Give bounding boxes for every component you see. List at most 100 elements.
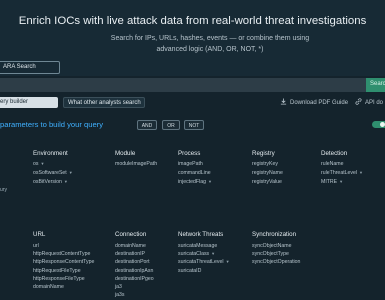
parameter-rulename[interactable]: ruleName [321,161,344,167]
parameter-registrykey[interactable]: registryKey [252,161,278,167]
parameter-ja3s[interactable]: ja3s [115,292,125,298]
parameter-destinationip[interactable]: destinationIP [115,251,145,257]
hero-title: Enrich IOCs with live attack data from r… [18,15,367,27]
parameter-httprequestcontenttype[interactable]: httpRequestContentType [33,251,90,257]
parameter-suricataclass[interactable]: suricataClass ▼ [178,251,215,257]
parameter-label: os [33,161,39,167]
parameter-label: MITRE [321,179,338,185]
parameter-label: registryKey [252,161,278,167]
query-mode-toggle[interactable] [372,121,385,128]
parameter-httprequestfiletype[interactable]: httpRequestFileType [33,268,81,274]
parameter-os[interactable]: os ▼ [33,161,44,167]
parameter-label: osSoftwareSet [33,170,67,176]
parameter-suricatathreatlevel[interactable]: suricataThreatLevel ▼ [178,259,230,265]
column-header-connection: Connection [115,231,147,238]
parameter-url[interactable]: url [33,243,39,249]
parameter-label: registryName [252,170,283,176]
chevron-down-icon[interactable]: ▼ [208,179,212,184]
chevron-down-icon[interactable]: ▼ [40,161,44,166]
parameter-label: domainName [115,243,146,249]
parameter-syncobjecttype[interactable]: syncObjectType [252,251,289,257]
api-docs-label: API do [365,100,384,106]
parameter-syncobjectoperation[interactable]: syncObjectOperation [252,259,300,265]
parameter-label: suricataThreatLevel [178,259,224,266]
chevron-down-icon[interactable]: ▼ [64,179,68,184]
tab-other-analysts[interactable]: What other analysts search [63,97,145,108]
parameter-label: imagePath [178,161,203,167]
parameter-label: syncObjectType [252,251,289,258]
query-prompt: parameters to build your query [0,120,103,129]
parameter-moduleimagepath[interactable]: moduleImagePath [115,161,157,167]
toggle-knob [380,122,385,127]
download-icon [280,98,287,105]
parameter-injectedflag[interactable]: injectedFlag ▼ [178,179,212,185]
parameter-label: httpRequestContentType [33,251,91,258]
parameter-label: destinationIP [115,251,145,258]
chevron-down-icon[interactable]: ▼ [211,251,215,256]
search-bar: Searc [0,78,385,92]
hero-subtitle: Search for IPs, URLs, hashes, events — o… [110,35,310,53]
parameter-label: httpRequestFileType [33,267,81,274]
parameter-label: ja3s [115,292,125,299]
api-docs-link[interactable]: API do [355,98,383,106]
parameter-suricatamessage[interactable]: suricataMessage [178,243,217,249]
tab-query-builder[interactable]: ery builder [0,97,58,108]
parameter-registryname[interactable]: registryName [252,170,283,176]
parameter-suricataid[interactable]: suricataID [178,268,201,274]
parameter-label: url [33,243,39,249]
parameter-imagepath[interactable]: imagePath [178,161,203,167]
parameter-label: ruleName [321,161,344,167]
parameter-label: commandLine [178,170,211,176]
parameter-label: injectedFlag [178,179,206,185]
parameter-ossoftwareset[interactable]: osSoftwareSet ▼ [33,170,73,176]
parameter-httpresponsefiletype[interactable]: httpResponseFileType [33,276,85,282]
parameter-mitre[interactable]: MITRE ▼ [321,179,343,185]
parameter-destinationport[interactable]: destinationPort [115,259,150,265]
parameter-label: destinationIpAsn [115,267,154,274]
chevron-down-icon[interactable]: ▼ [359,170,363,175]
parameter-label: suricataID [178,267,202,274]
parameter-destinationipasn[interactable]: destinationIpAsn [115,268,153,274]
parameter-commandline[interactable]: commandLine [178,170,211,176]
parameter-ja3[interactable]: ja3 [115,284,122,290]
parameter-destinationipgeo[interactable]: destinationIPgeo [115,276,154,282]
parameter-httpresponsecontenttype[interactable]: httpResponseContentType [33,259,94,265]
column-header-registry: Registry [252,150,275,157]
not-operator-button[interactable]: NOT [184,120,204,130]
parameter-registryvalue[interactable]: registryValue [252,179,282,185]
parameter-label: suricataMessage [178,243,218,249]
parameter-label: ja3 [115,284,122,290]
parameter-label: ruleThreatLevel [321,170,358,176]
chevron-down-icon[interactable]: ▼ [339,179,343,184]
parameter-label: httpResponseFileType [33,275,85,282]
yara-search-button[interactable]: ARA Search [0,61,60,74]
chevron-down-icon[interactable]: ▼ [226,259,230,264]
parameter-domainname[interactable]: domainName [115,243,146,249]
column-header-module: Module [115,150,136,157]
parameter-label: registryValue [252,179,282,185]
chevron-down-icon[interactable]: ▼ [69,170,73,175]
parameter-label: destinationPort [115,259,150,266]
parameter-label: domainName [33,284,64,290]
and-operator-button[interactable]: AND [137,120,157,130]
parameter-osbitversion[interactable]: osBitVersion ▼ [33,179,68,185]
column-header-synchronization: Synchronization [252,231,297,238]
column-header-network-threats: Network Threats [178,231,224,238]
parameter-rulethreatlevel[interactable]: ruleThreatLevel ▼ [321,170,363,176]
download-pdf-guide-label: Download PDF Guide [290,100,349,106]
download-pdf-guide-link[interactable]: Download PDF Guide [280,98,348,106]
or-operator-button[interactable]: OR [162,120,180,130]
link-icon [355,98,362,105]
parameter-label: moduleImagePath [115,161,158,167]
column-header-process: Process [178,150,201,157]
parameter-domainname[interactable]: domainName [33,284,64,290]
search-button[interactable]: Searc [366,78,385,92]
parameter-label: osBitVersion [33,179,62,185]
parameter-label: syncObjectOperation [252,259,301,266]
parameter-label: destinationIPgeo [115,275,154,282]
parameter-syncobjectname[interactable]: syncObjectName [252,243,292,249]
column-header-environment: Environment [33,150,68,157]
hero-banner: Enrich IOCs with live attack data from r… [0,0,385,76]
cut-off-label: ury [0,187,7,193]
search-input[interactable] [0,78,366,92]
